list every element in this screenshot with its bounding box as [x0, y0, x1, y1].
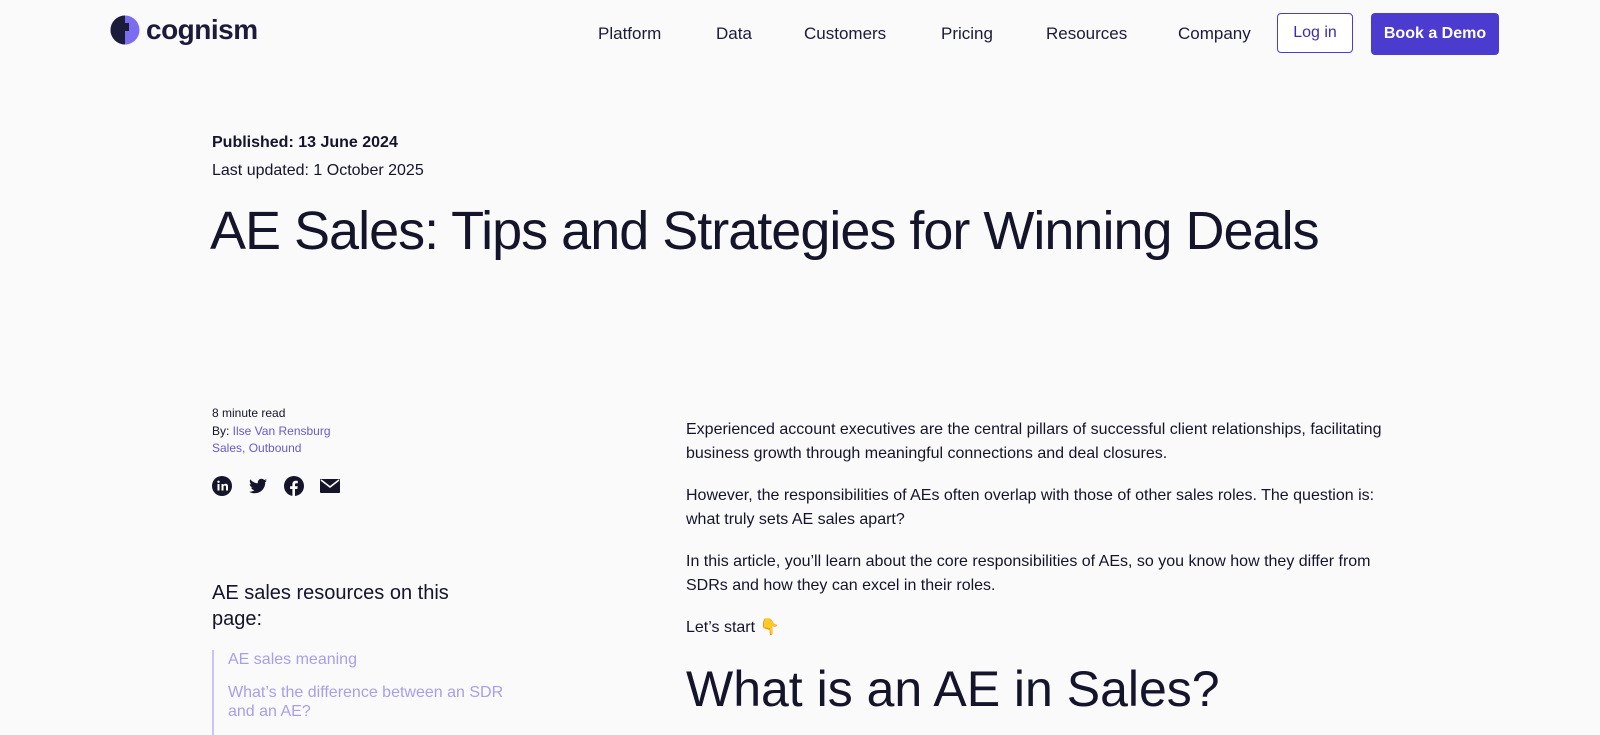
updated-date: Last updated: 1 October 2025 — [212, 162, 424, 179]
article-paragraph: Let’s start 👇 — [686, 619, 780, 636]
nav-platform[interactable]: Platform — [598, 24, 661, 44]
toc-heading: AE sales resources on this page: — [212, 582, 449, 630]
toc-item-ae-sales-meaning[interactable]: AE sales meaning — [228, 650, 518, 669]
nav-data[interactable]: Data — [716, 24, 752, 44]
social-share — [212, 476, 340, 496]
toc-item-sdr-vs-ae[interactable]: What’s the difference between an SDR and… — [228, 683, 518, 721]
page-title: AE Sales: Tips and Strategies for Winnin… — [210, 201, 1320, 261]
article-paragraph: However, the responsibilities of AEs oft… — [686, 487, 1375, 528]
nav-pricing[interactable]: Pricing — [941, 24, 993, 44]
table-of-contents: AE sales meaning What’s the difference b… — [212, 650, 518, 735]
article-paragraph: In this article, you’ll learn about the … — [686, 553, 1371, 594]
linkedin-icon[interactable] — [212, 476, 232, 496]
author-link[interactable]: Ilse Van Rensburg — [233, 424, 331, 438]
read-time: 8 minute read — [212, 406, 286, 420]
site-header: cognism Platform Data Customers Pricing … — [0, 0, 1600, 70]
article-body: Experienced account executives are the c… — [686, 418, 1406, 658]
book-demo-button[interactable]: Book a Demo — [1371, 13, 1499, 55]
twitter-icon[interactable] — [248, 476, 268, 496]
facebook-icon[interactable] — [284, 476, 304, 496]
tag-outbound[interactable]: Outbound — [249, 441, 302, 455]
byline: By: Ilse Van Rensburg — [212, 424, 331, 438]
nav-customers[interactable]: Customers — [804, 24, 886, 44]
section-heading: What is an AE in Sales? — [686, 661, 1220, 717]
tag-list: Sales, Outbound — [212, 441, 302, 455]
nav-resources[interactable]: Resources — [1046, 24, 1127, 44]
nav-company[interactable]: Company — [1178, 24, 1251, 44]
main-nav: Platform Data Customers Pricing Resource… — [0, 24, 1600, 44]
article-paragraph: Experienced account executives are the c… — [686, 421, 1382, 462]
email-icon[interactable] — [320, 476, 340, 496]
published-date: Published: 13 June 2024 — [212, 134, 398, 151]
login-button[interactable]: Log in — [1277, 13, 1353, 53]
tag-sales[interactable]: Sales — [212, 441, 242, 455]
byline-prefix: By: — [212, 424, 233, 438]
